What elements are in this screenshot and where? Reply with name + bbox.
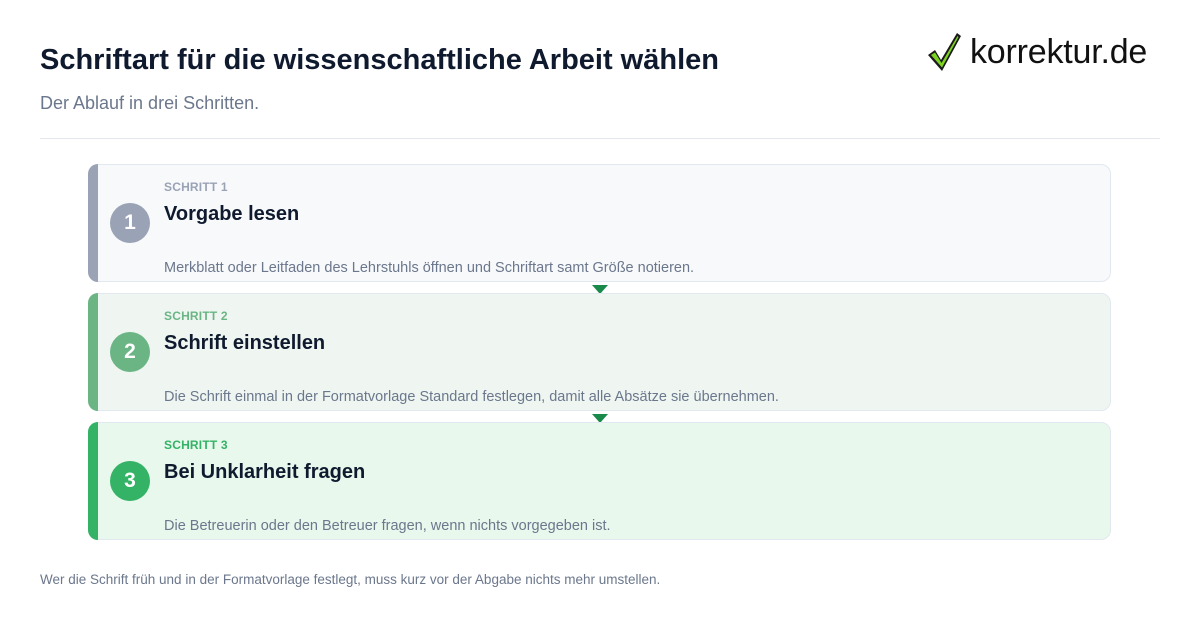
step-kicker: SCHRITT 2 (164, 309, 228, 323)
step-number-badge: 2 (110, 332, 150, 372)
step-kicker: SCHRITT 1 (164, 180, 228, 194)
step-title: Schrift einstellen (164, 332, 326, 354)
page-subtitle: Der Ablauf in drei Schritten. (40, 93, 260, 113)
step-card-3: 3 SCHRITT 3 Bei Unklarheit fragen Die Be… (88, 422, 1111, 540)
step-number-badge: 3 (110, 461, 150, 501)
step-accent-bar (88, 164, 98, 282)
step-description: Die Schrift einmal in der Formatvorlage … (164, 389, 779, 405)
header-divider (40, 138, 1160, 139)
step-kicker: SCHRITT 3 (164, 438, 228, 452)
checkmark-icon (926, 31, 962, 73)
page-title: Schriftart für die wissenschaftliche Arb… (40, 44, 719, 76)
footer-note: Wer die Schrift früh und in der Formatvo… (40, 572, 661, 587)
step-title: Vorgabe lesen (164, 203, 300, 225)
step-title: Bei Unklarheit fragen (164, 461, 366, 483)
brand-logo[interactable]: korrektur.de (926, 30, 1147, 74)
step-description: Merkblatt oder Leitfaden des Lehrstuhls … (164, 260, 695, 276)
step-accent-bar (88, 422, 98, 540)
step-accent-bar (88, 293, 98, 411)
logo-text: korrektur.de (970, 33, 1148, 71)
step-description: Die Betreuerin oder den Betreuer fragen,… (164, 518, 611, 534)
step-card-2: 2 SCHRITT 2 Schrift einstellen Die Schri… (88, 293, 1111, 411)
step-number-badge: 1 (110, 203, 150, 243)
step-card-1: 1 SCHRITT 1 Vorgabe lesen Merkblatt oder… (88, 164, 1111, 282)
